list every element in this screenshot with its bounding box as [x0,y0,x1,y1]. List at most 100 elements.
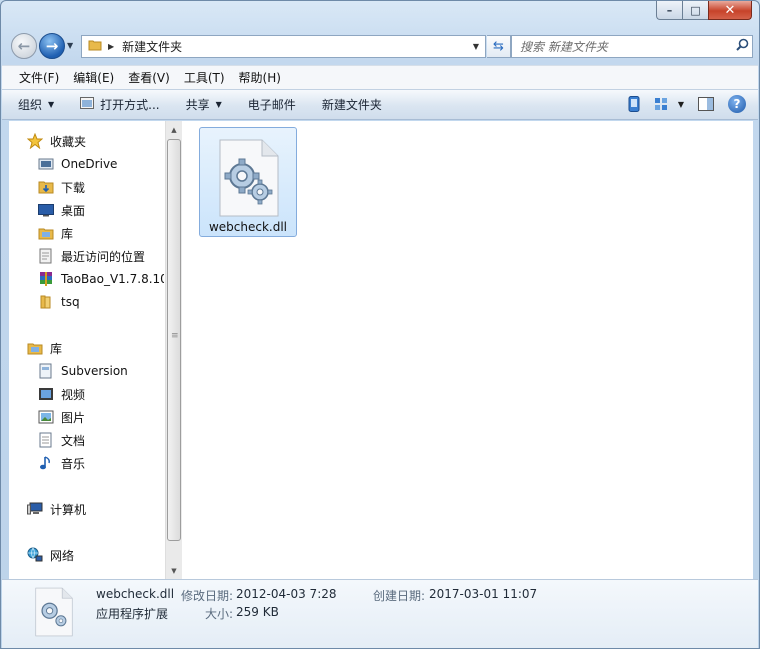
archive-icon [37,271,55,287]
view-grid-icon [654,98,667,110]
open-with-icon [80,97,95,112]
scroll-down-icon[interactable]: ▼ [166,562,182,579]
detail-created-value: 2017-03-01 11:07 [429,587,538,601]
detail-modified-value: 2012-04-03 7:28 [236,587,337,601]
refresh-button[interactable]: ⇆ [487,35,511,58]
scroll-thumb[interactable]: ≡ [167,139,181,541]
nav-label: 下载 [61,180,86,195]
nav-label: 库 [61,226,74,241]
preview-pane-button[interactable] [698,97,714,111]
file-list[interactable]: webcheck.dll [182,121,753,579]
nav-item-tsq[interactable]: tsq [37,291,80,313]
menu-view[interactable]: 查看(V) [121,69,177,86]
chevron-down-icon: ▼ [677,99,684,109]
view-options-button[interactable]: ▼ [654,97,684,111]
nav-item-music[interactable]: 音乐 [37,452,85,474]
detail-modified-label: 修改日期: [181,589,234,603]
navigation-tree: 收藏夹 OneDrive 下载 桌面 库 最近访问的位置 TaoBao_V1.7… [9,121,164,579]
folder-icon [37,294,55,310]
scroll-up-icon[interactable]: ▲ [166,121,182,138]
command-bar: 组织 ▼ 打开方式... 共享 ▼ 电子邮件 新建文件夹 ▼ ? [2,89,758,120]
nav-label: 收藏夹 [50,134,87,149]
folder-icon [88,38,102,55]
desktop-icon [37,202,55,218]
nav-item-pictures[interactable]: 图片 [37,406,85,428]
picture-icon [37,409,55,425]
nav-item-onedrive[interactable]: OneDrive [37,153,117,175]
phone-preview-icon [628,96,640,112]
organize-button[interactable]: 组织 ▼ [18,96,54,113]
nav-favorites[interactable]: 收藏夹 [26,130,86,152]
detail-file-name: webcheck.dll [96,587,175,601]
star-icon [26,133,44,149]
preview-toggle-button[interactable] [628,96,640,112]
library-icon [37,225,55,241]
nav-item-videos[interactable]: 视频 [37,383,85,405]
close-button[interactable]: ✕ [708,1,752,20]
new-folder-label: 新建文件夹 [321,98,382,112]
breadcrumb-current[interactable]: 新建文件夹 [122,38,182,55]
search-icon[interactable] [732,38,752,55]
menu-tools[interactable]: 工具(T) [177,69,232,86]
nav-computer[interactable]: 计算机 [26,498,86,520]
menu-file[interactable]: 文件(F) [12,69,66,86]
new-folder-button[interactable]: 新建文件夹 [322,96,382,113]
downloads-icon [37,179,55,195]
nav-item-desktop[interactable]: 桌面 [37,199,85,221]
minimize-button[interactable]: – [656,1,682,20]
caption-buttons: – □ ✕ [656,1,752,21]
email-button[interactable]: 电子邮件 [248,96,296,113]
nav-libraries[interactable]: 库 [26,337,62,359]
open-with-label: 打开方式... [100,98,160,112]
nav-item-documents[interactable]: 文档 [37,429,85,451]
chevron-down-icon: ▼ [215,100,222,109]
back-button[interactable]: ← [11,33,37,59]
library-icon [26,340,44,356]
recent-pages-dropdown[interactable]: ▼ [67,41,73,50]
menu-help[interactable]: 帮助(H) [232,69,288,86]
share-label: 共享 [185,98,210,112]
detail-file-type: 应用程序扩展 [96,607,169,621]
nav-item-recent-places[interactable]: 最近访问的位置 [37,245,145,267]
detail-size-label: 大小: [205,607,234,621]
detail-size-value: 259 KB [236,605,279,619]
document-icon [37,432,55,448]
nav-label: 库 [50,341,63,356]
nav-item-library[interactable]: 库 [37,222,73,244]
nav-label: 图片 [61,410,86,425]
address-dropdown-icon[interactable]: ▼ [473,42,479,51]
preview-pane-icon [698,97,714,111]
file-item[interactable]: webcheck.dll [199,127,297,237]
menu-edit[interactable]: 编辑(E) [66,69,121,86]
detail-created-label: 创建日期: [373,589,426,603]
nav-label: 最近访问的位置 [61,249,146,264]
nav-label: 网络 [50,548,75,563]
help-button[interactable]: ? [728,95,746,113]
dll-file-icon [214,138,284,221]
nav-scrollbar[interactable]: ▲ ≡ ▼ [165,121,182,579]
nav-label: 视频 [61,387,86,402]
share-button[interactable]: 共享 ▼ [186,96,222,113]
nav-label: OneDrive [61,157,118,171]
nav-label: tsq [61,295,80,309]
nav-item-taobao[interactable]: TaoBao_V1.7.8.10_ [37,268,164,290]
nav-label: 文档 [61,433,86,448]
command-bar-right: ▼ ? [614,95,746,113]
email-label: 电子邮件 [247,98,296,112]
nav-item-subversion[interactable]: Subversion [37,360,128,382]
search-input[interactable] [520,39,732,54]
address-bar[interactable]: ▶ 新建文件夹 ▼ [81,35,486,58]
nav-network[interactable]: 网络 [26,544,74,566]
chevron-down-icon: ▼ [48,100,55,109]
breadcrumb-arrow-icon[interactable]: ▶ [108,42,114,51]
document-icon [37,363,55,379]
refresh-icon: ⇆ [493,39,504,54]
nav-label: 计算机 [50,502,87,517]
open-with-button[interactable]: 打开方式... [80,96,160,113]
nav-label: Subversion [61,364,128,378]
address-row: ← → ▼ ▶ 新建文件夹 ▼ ⇆ [9,32,753,60]
dll-file-icon [32,586,76,641]
forward-button[interactable]: → [39,33,65,59]
maximize-button[interactable]: □ [682,1,708,20]
nav-item-downloads[interactable]: 下载 [37,176,85,198]
